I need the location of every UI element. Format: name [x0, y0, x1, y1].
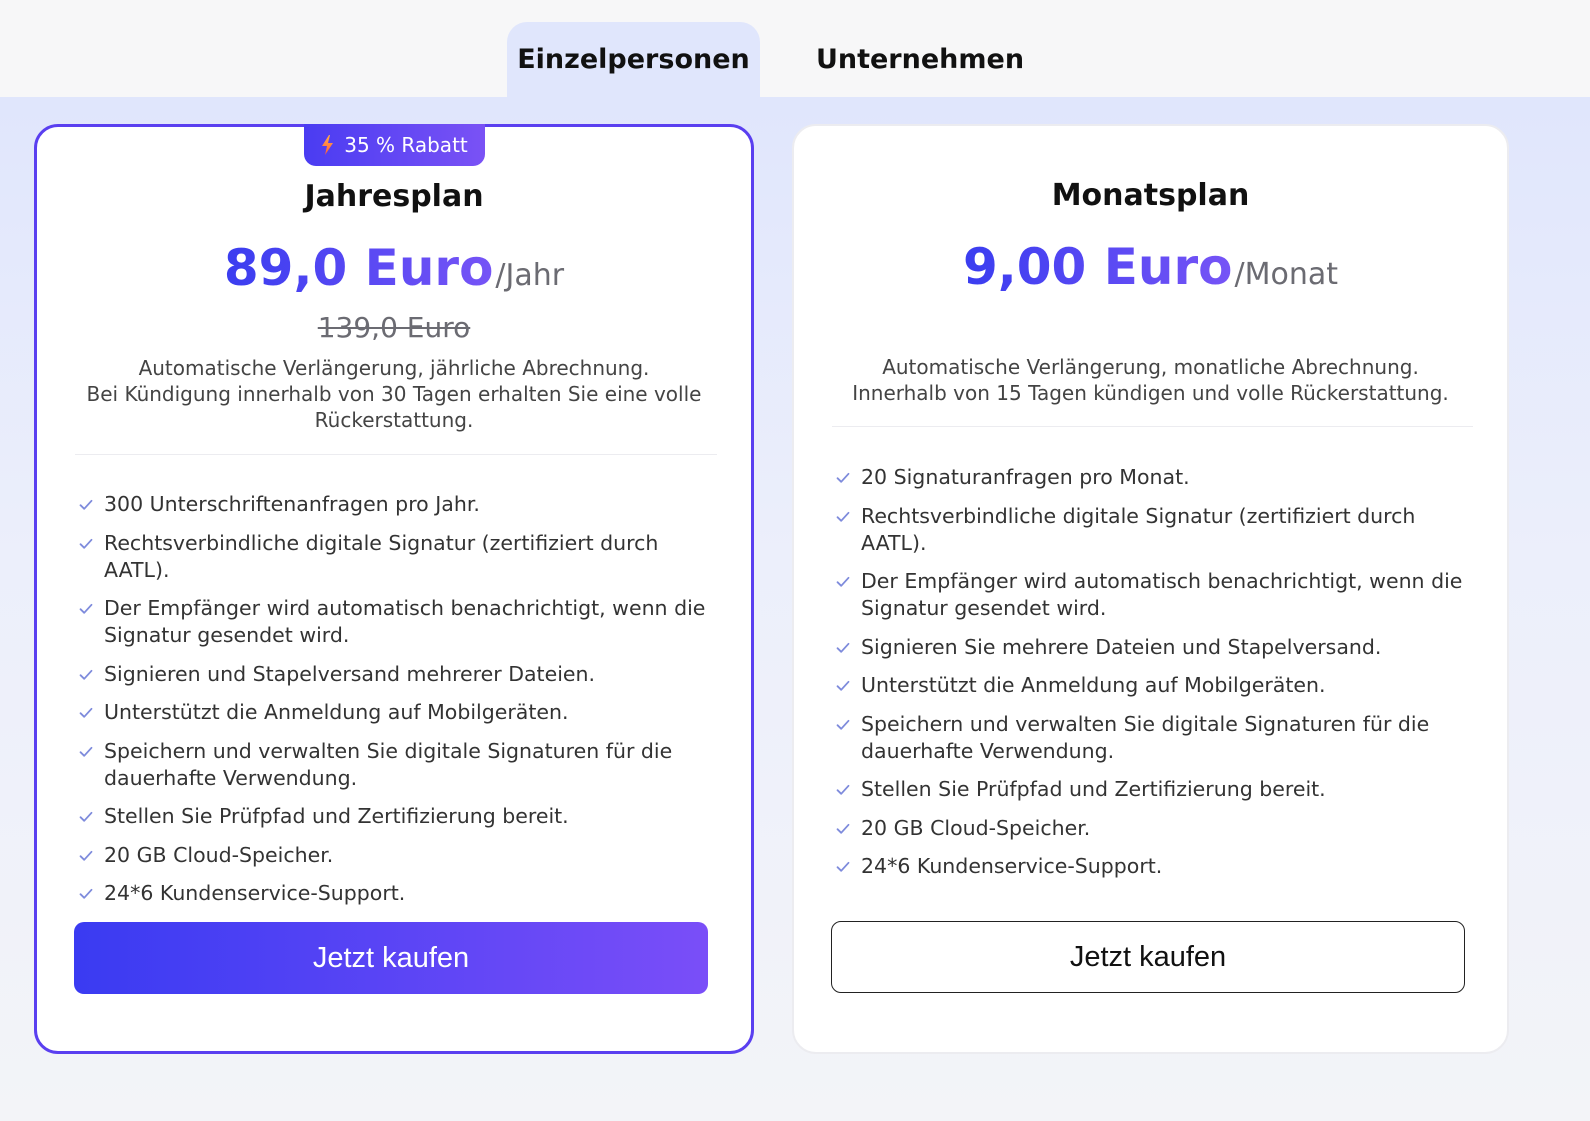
checkmark-icon	[836, 861, 850, 872]
tab-einzelpersonen[interactable]: Einzelpersonen	[507, 22, 760, 97]
feature-item: Der Empfänger wird automatisch benachric…	[79, 595, 721, 649]
tab-label: Unternehmen	[815, 44, 1025, 75]
description-line: Bei Kündigung innerhalb von 30 Tagen erh…	[86, 382, 702, 432]
badge-label: 35 % Rabatt	[344, 133, 468, 157]
price: 9,00 Euro /Monat	[794, 238, 1507, 296]
discount-badge: 35 % Rabatt	[304, 124, 485, 166]
price: 89,0 Euro /Jahr	[37, 239, 751, 297]
feature-text: Unterstützt die Anmeldung auf Mobilgerät…	[104, 700, 569, 724]
checkmark-icon	[79, 811, 93, 822]
feature-text: Stellen Sie Prüfpfad und Zertifizierung …	[861, 777, 1326, 801]
plan-title: Jahresplan	[304, 179, 484, 214]
feature-item: Speichern und verwalten Sie digitale Sig…	[79, 738, 721, 792]
plan-description: Automatische Verlängerung, jährliche Abr…	[77, 355, 711, 433]
checkmark-icon	[79, 888, 93, 899]
checkmark-icon	[836, 642, 850, 653]
checkmark-icon	[79, 707, 93, 718]
checkmark-icon	[79, 603, 93, 614]
feature-item: 24*6 Kundenservice-Support.	[79, 880, 721, 907]
feature-item: Unterstützt die Anmeldung auf Mobilgerät…	[79, 699, 721, 726]
price-period: /Monat	[1234, 257, 1339, 292]
feature-item: Rechtsverbindliche digitale Signatur (ze…	[79, 530, 721, 584]
feature-item: Unterstützt die Anmeldung auf Mobilgerät…	[836, 672, 1477, 699]
feature-item: Signieren Sie mehrere Dateien und Stapel…	[836, 634, 1477, 661]
feature-item: 20 GB Cloud-Speicher.	[79, 842, 721, 869]
tab-label: Einzelpersonen	[517, 44, 750, 75]
description-line: Automatische Verlängerung, jährliche Abr…	[138, 356, 650, 380]
tab-bar	[0, 0, 1590, 97]
buy-monthly-button[interactable]: Jetzt kaufen	[831, 921, 1465, 993]
checkmark-icon	[836, 784, 850, 795]
checkmark-icon	[836, 472, 850, 483]
price-amount: 89,0 Euro	[223, 239, 494, 297]
checkmark-icon	[836, 823, 850, 834]
monthly-plan-card: Monatsplan 9,00 Euro /Monat Automatische…	[792, 124, 1509, 1054]
feature-item: 24*6 Kundenservice-Support.	[836, 853, 1477, 880]
feature-text: Der Empfänger wird automatisch benachric…	[861, 569, 1463, 620]
feature-list: 300 Unterschriftenanfragen pro Jahr. Rec…	[79, 491, 721, 919]
plan-title: Monatsplan	[1051, 178, 1250, 213]
checkmark-icon	[79, 746, 93, 757]
feature-text: Stellen Sie Prüfpfad und Zertifizierung …	[104, 804, 569, 828]
checkmark-icon	[79, 669, 93, 680]
checkmark-icon	[79, 538, 93, 549]
button-label: Jetzt kaufen	[312, 941, 470, 974]
buy-annual-button[interactable]: Jetzt kaufen	[74, 922, 708, 994]
feature-item: 20 GB Cloud-Speicher.	[836, 815, 1477, 842]
feature-item: Speichern und verwalten Sie digitale Sig…	[836, 711, 1477, 765]
feature-item: 20 Signaturanfragen pro Monat.	[836, 464, 1477, 491]
feature-text: Speichern und verwalten Sie digitale Sig…	[104, 738, 673, 790]
original-price: 139,0 Euro	[317, 311, 471, 344]
checkmark-icon	[836, 680, 850, 691]
checkmark-icon	[836, 576, 850, 587]
feature-item: Signieren und Stapelversand mehrerer Dat…	[79, 661, 721, 688]
divider	[75, 454, 717, 455]
button-label: Jetzt kaufen	[1069, 940, 1227, 973]
feature-item: Rechtsverbindliche digitale Signatur (ze…	[836, 503, 1477, 557]
feature-text: 20 GB Cloud-Speicher.	[104, 842, 334, 867]
feature-item: Stellen Sie Prüfpfad und Zertifizierung …	[79, 803, 721, 830]
feature-text: 20 Signaturanfragen pro Monat.	[861, 465, 1190, 489]
feature-text: Signieren Sie mehrere Dateien und Stapel…	[861, 634, 1382, 659]
feature-text: 24*6 Kundenservice-Support.	[861, 854, 1163, 878]
feature-item: Der Empfänger wird automatisch benachric…	[836, 568, 1477, 622]
checkmark-icon	[79, 850, 93, 861]
feature-text: Rechtsverbindliche digitale Signatur (ze…	[861, 503, 1416, 555]
feature-text: Der Empfänger wird automatisch benachric…	[104, 596, 706, 647]
checkmark-icon	[79, 499, 93, 510]
feature-text: Unterstützt die Anmeldung auf Mobilgerät…	[861, 673, 1326, 697]
description-line: Innerhalb von 15 Tagen kündigen und voll…	[852, 381, 1449, 405]
feature-item: Stellen Sie Prüfpfad und Zertifizierung …	[836, 776, 1477, 803]
checkmark-icon	[836, 511, 850, 522]
feature-text: Signieren und Stapelversand mehrerer Dat…	[104, 661, 596, 686]
price-period: /Jahr	[495, 258, 565, 293]
feature-list: 20 Signaturanfragen pro Monat. Rechtsver…	[836, 464, 1477, 892]
tab-unternehmen[interactable]: Unternehmen	[800, 22, 1040, 97]
feature-item: 300 Unterschriftenanfragen pro Jahr.	[79, 491, 721, 518]
plan-description: Automatische Verlängerung, monatliche Ab…	[834, 354, 1467, 406]
feature-text: Speichern und verwalten Sie digitale Sig…	[861, 711, 1430, 763]
feature-text: 20 GB Cloud-Speicher.	[861, 815, 1091, 840]
price-amount: 9,00 Euro	[962, 238, 1233, 296]
divider	[832, 426, 1473, 427]
feature-text: Rechtsverbindliche digitale Signatur (ze…	[104, 530, 659, 582]
description-line: Automatische Verlängerung, monatliche Ab…	[882, 355, 1419, 379]
feature-text: 300 Unterschriftenanfragen pro Jahr.	[104, 492, 480, 516]
lightning-bolt-icon	[322, 135, 334, 155]
checkmark-icon	[836, 719, 850, 730]
feature-text: 24*6 Kundenservice-Support.	[104, 881, 406, 905]
annual-plan-card: 35 % Rabatt Jahresplan 89,0 Euro /Jahr 1…	[34, 124, 754, 1054]
